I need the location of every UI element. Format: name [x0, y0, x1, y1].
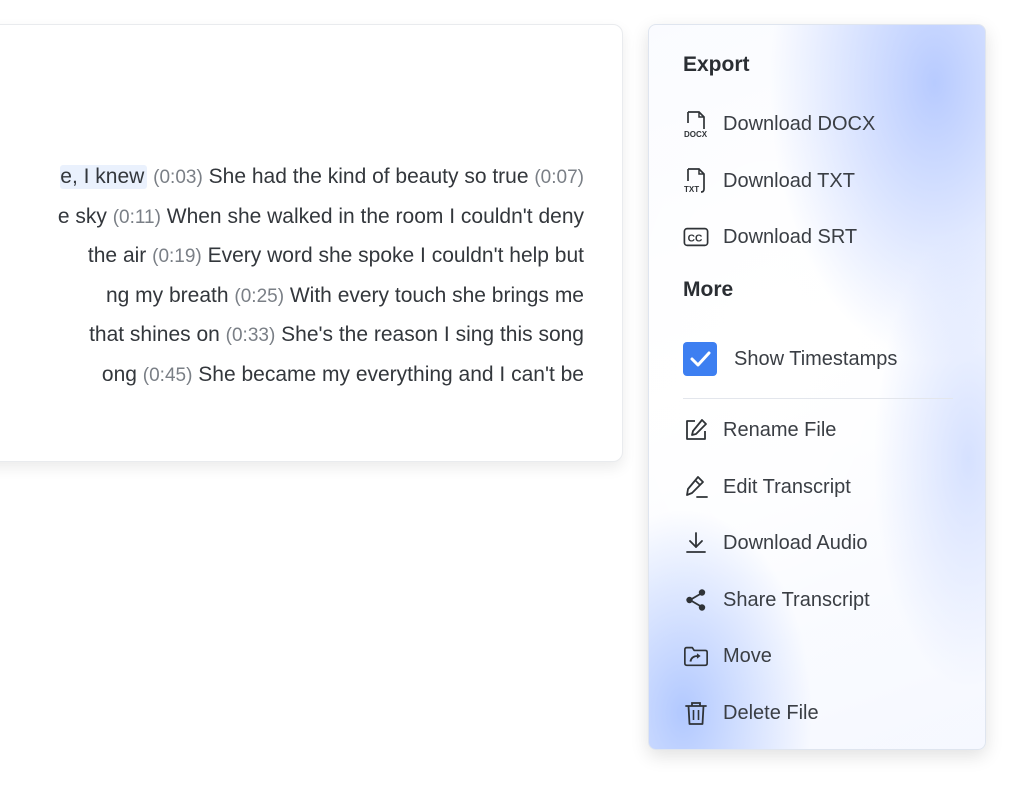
share-icon [683, 587, 709, 613]
transcript-text: ong [101, 363, 143, 386]
txt-file-icon: TXT [683, 168, 709, 194]
menu-divider [683, 398, 953, 399]
move-item[interactable]: Move [683, 639, 772, 673]
download-docx-item[interactable]: DOCX Download DOCX [683, 107, 875, 141]
timestamp[interactable]: (0:11) [113, 207, 161, 228]
highlighted-text: e, I knew [60, 165, 148, 189]
download-audio-label: Download Audio [723, 531, 868, 554]
download-docx-label: Download DOCX [723, 112, 876, 135]
show-timestamps-checkbox[interactable] [683, 342, 717, 376]
transcript-text: She became my everything and I can't be [192, 363, 584, 386]
share-transcript-item[interactable]: Share Transcript [683, 583, 870, 617]
timestamp[interactable]: (0:25) [234, 286, 284, 307]
show-timestamps-toggle[interactable]: Show Timestamps [683, 341, 897, 377]
transcript-card: e, I knew (0:03) She had the kind of bea… [0, 24, 623, 462]
rename-file-item[interactable]: Rename File [683, 413, 836, 447]
download-icon [683, 530, 709, 556]
download-txt-label: Download TXT [723, 169, 855, 192]
edit-square-icon [683, 417, 709, 443]
txt-icon-text: TXT [684, 185, 699, 194]
edit-transcript-item[interactable]: Edit Transcript [683, 470, 851, 504]
transcript-text: She's the reason I sing this song [275, 323, 584, 347]
move-label: Move [723, 644, 772, 667]
stage: e, I knew (0:03) She had the kind of bea… [0, 0, 1024, 787]
delete-file-label: Delete File [723, 701, 819, 724]
transcript-line: that shines on (0:33) She's the reason I… [89, 321, 584, 350]
transcript-line: e, I knew (0:03) She had the kind of bea… [60, 163, 584, 192]
rename-file-label: Rename File [723, 418, 837, 441]
srt-icon-text: CC [688, 234, 703, 245]
transcript-text: that shines on [89, 323, 226, 347]
docx-file-icon: DOCX [683, 111, 709, 138]
timestamp[interactable]: (0:03) [153, 167, 203, 188]
transcript-text: the air [87, 244, 153, 268]
transcript-text: ng my breath [105, 283, 235, 307]
edit-transcript-label: Edit Transcript [723, 475, 851, 498]
transcript-text: e sky [57, 204, 113, 228]
download-srt-label: Download SRT [723, 225, 858, 248]
trash-icon [683, 700, 709, 726]
pencil-icon [683, 474, 709, 500]
share-transcript-label: Share Transcript [723, 588, 870, 611]
timestamp[interactable]: (0:45) [143, 365, 193, 386]
transcript-text: When she walked in the room I couldn't d… [160, 204, 584, 228]
download-srt-item[interactable]: CC Download SRT [683, 220, 857, 254]
export-section-title: Export [683, 53, 750, 76]
download-audio-item[interactable]: Download Audio [683, 526, 868, 560]
transcript-text: With every touch she brings me [284, 283, 584, 307]
transcript-line: the air (0:19) Every word she spoke I co… [88, 242, 584, 271]
transcript-text: She had the kind of beauty so true [202, 165, 535, 188]
file-actions-menu: Export DOCX Download DOCX TXT Download T… [648, 24, 986, 750]
timestamp[interactable]: (0:33) [226, 325, 276, 346]
download-txt-item[interactable]: TXT Download TXT [683, 164, 855, 198]
timestamp[interactable]: (0:19) [152, 246, 202, 267]
transcript-text: Every word she spoke I couldn't help but [201, 244, 584, 268]
show-timestamps-label: Show Timestamps [734, 347, 898, 370]
delete-file-item[interactable]: Delete File [683, 696, 819, 730]
checkmark-icon [690, 351, 711, 367]
closed-caption-icon: CC [683, 224, 709, 250]
transcript-line: ng my breath (0:25) With every touch she… [106, 282, 584, 311]
timestamp[interactable]: (0:07) [534, 167, 584, 188]
transcript-line: e sky (0:11) When she walked in the room… [58, 203, 584, 232]
docx-icon-text: DOCX [684, 130, 708, 138]
more-section-title: More [683, 278, 734, 301]
move-folder-icon [683, 643, 709, 669]
transcript-line: ong (0:45) She became my everything and … [102, 361, 584, 390]
